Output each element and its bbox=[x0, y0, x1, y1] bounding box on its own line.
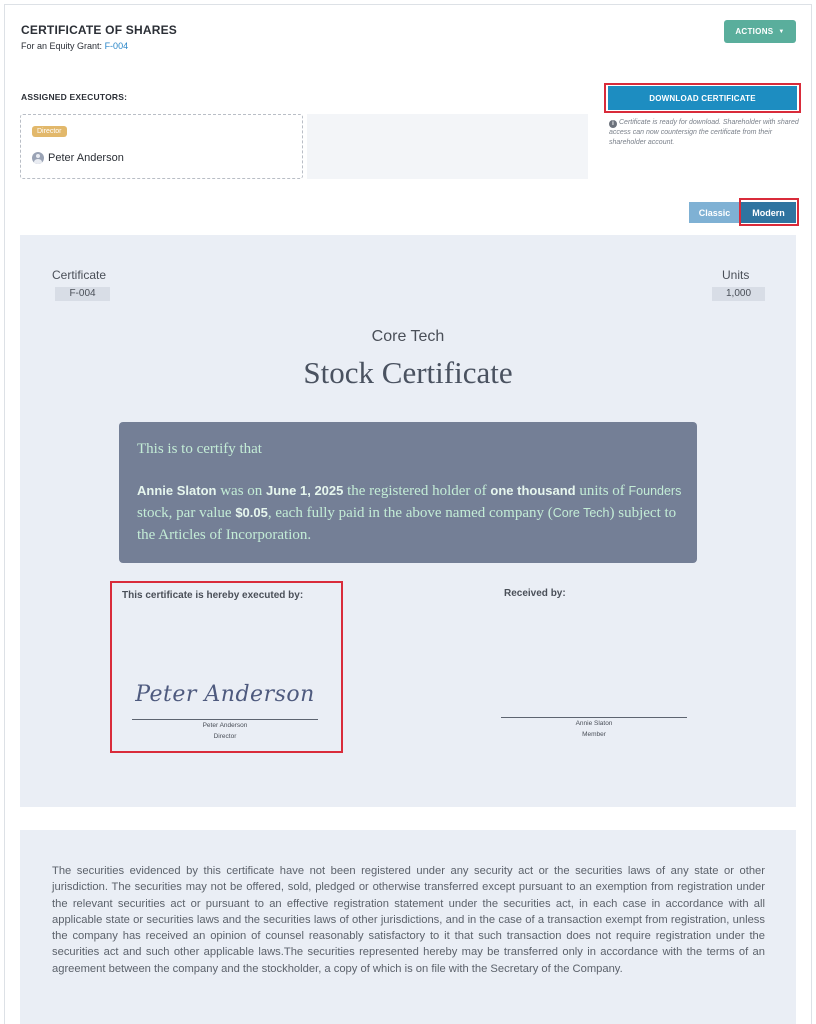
download-ready-note: i Certificate is ready for download. Shar… bbox=[609, 118, 801, 148]
legend-text: The securities evidenced by this certifi… bbox=[52, 865, 765, 975]
grant-prefix: For an Equity Grant: bbox=[21, 41, 103, 51]
certify-statement-box: This is to certify that Annie Slaton was… bbox=[119, 422, 697, 563]
share-class: Founders bbox=[628, 484, 682, 498]
text-units-of: units of bbox=[579, 483, 625, 499]
executor-person: Peter Anderson bbox=[32, 152, 124, 164]
executor-card[interactable]: Director Peter Anderson bbox=[20, 114, 303, 179]
page-title: CERTIFICATE OF SHARES bbox=[21, 23, 177, 37]
company-name: Core Tech bbox=[371, 328, 445, 345]
receiver-signed-name: Annie Slaton bbox=[575, 720, 613, 727]
caret-down-icon: ▼ bbox=[778, 28, 785, 35]
legend-panel: The securities evidenced by this certifi… bbox=[20, 830, 796, 1024]
received-by-label: Received by: bbox=[504, 588, 566, 599]
download-highlight-box bbox=[604, 83, 801, 113]
holder-name: Annie Slaton bbox=[137, 483, 217, 498]
download-note-text: Certificate is ready for download. Share… bbox=[609, 119, 799, 146]
assigned-executors-label: ASSIGNED EXECUTORS: bbox=[21, 92, 128, 102]
user-avatar-icon bbox=[32, 152, 44, 164]
units-value: 1,000 bbox=[712, 287, 765, 301]
signature-highlight-box bbox=[110, 581, 343, 753]
style-classic-button[interactable]: Classic bbox=[689, 202, 740, 223]
actions-label: ACTIONS bbox=[735, 27, 774, 36]
grant-line: For an Equity Grant: F-004 bbox=[21, 41, 128, 51]
certify-body: Annie Slaton was on June 1, 2025 the reg… bbox=[137, 480, 682, 546]
certify-intro: This is to certify that bbox=[137, 441, 262, 457]
executor-role-badge: Director bbox=[32, 126, 67, 137]
issue-date: June 1, 2025 bbox=[266, 483, 344, 498]
executor-empty-slot bbox=[307, 114, 588, 179]
receiver-signed-role: Member bbox=[582, 731, 606, 738]
units-label: Units bbox=[722, 268, 750, 282]
text-paid: , each fully paid in the above named com… bbox=[267, 505, 553, 521]
executor-name: Peter Anderson bbox=[48, 152, 124, 164]
receiver-signature-line bbox=[501, 717, 687, 718]
text-stock-par: stock, par value bbox=[137, 505, 232, 521]
company-reference: Core Tech bbox=[552, 506, 610, 520]
certificate-title: Stock Certificate bbox=[303, 355, 513, 390]
certificate-number-label: Certificate bbox=[52, 268, 107, 282]
text-registered: the registered holder of bbox=[347, 483, 487, 499]
text-was-on: was on bbox=[220, 483, 263, 499]
info-icon: i bbox=[609, 120, 617, 128]
modern-highlight-box bbox=[739, 198, 799, 226]
actions-dropdown-button[interactable]: ACTIONS ▼ bbox=[724, 20, 796, 43]
par-value: $0.05 bbox=[235, 505, 268, 520]
grant-link[interactable]: F-004 bbox=[105, 41, 129, 51]
units-in-words: one thousand bbox=[490, 483, 576, 498]
certificate-number: F-004 bbox=[55, 287, 110, 301]
